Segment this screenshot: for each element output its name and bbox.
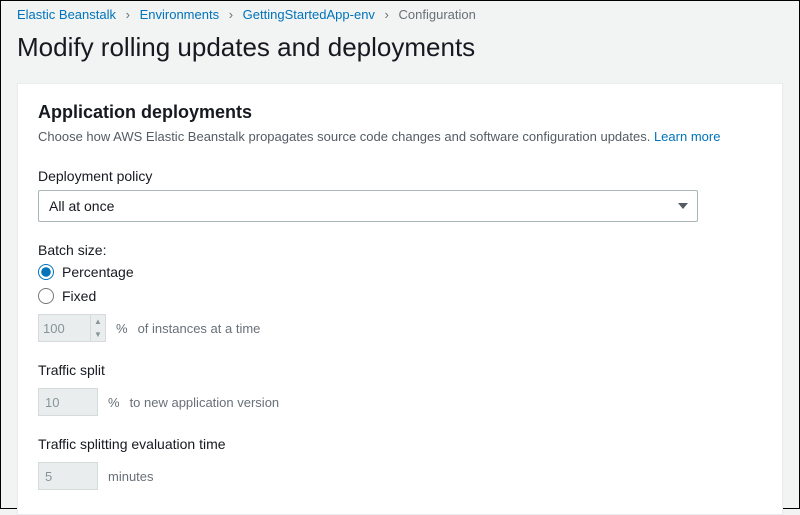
batch-size-hint: of instances at a time bbox=[138, 321, 261, 336]
traffic-split-unit: % bbox=[108, 395, 120, 410]
traffic-split-label: Traffic split bbox=[38, 362, 762, 378]
section-heading: Application deployments bbox=[38, 102, 762, 123]
evaluation-time-input[interactable] bbox=[38, 462, 98, 490]
batch-size-label: Batch size: bbox=[38, 242, 762, 258]
batch-size-input[interactable] bbox=[38, 314, 90, 342]
batch-size-group: Batch size: Percentage Fixed ▲ ▼ % of in… bbox=[38, 242, 762, 342]
section-description-text: Choose how AWS Elastic Beanstalk propaga… bbox=[38, 129, 654, 144]
section-description: Choose how AWS Elastic Beanstalk propaga… bbox=[38, 129, 762, 144]
evaluation-time-group: Traffic splitting evaluation time minute… bbox=[38, 436, 762, 490]
deployment-policy-select[interactable]: All at once bbox=[38, 190, 698, 222]
breadcrumb-link-env-name[interactable]: GettingStartedApp-env bbox=[243, 7, 375, 22]
breadcrumb-current: Configuration bbox=[399, 7, 476, 22]
traffic-split-input[interactable] bbox=[38, 388, 98, 416]
caret-down-icon: ▼ bbox=[91, 328, 105, 341]
evaluation-time-label: Traffic splitting evaluation time bbox=[38, 436, 762, 452]
batch-size-radio-fixed[interactable] bbox=[38, 288, 54, 304]
evaluation-time-unit: minutes bbox=[108, 469, 154, 484]
traffic-split-hint: to new application version bbox=[130, 395, 280, 410]
learn-more-link[interactable]: Learn more bbox=[654, 129, 720, 144]
batch-size-radio-fixed-label[interactable]: Fixed bbox=[62, 288, 96, 304]
batch-size-radio-percentage-label[interactable]: Percentage bbox=[62, 264, 134, 280]
traffic-split-group: Traffic split % to new application versi… bbox=[38, 362, 762, 416]
chevron-right-icon: › bbox=[126, 7, 130, 22]
deployment-policy-label: Deployment policy bbox=[38, 168, 762, 184]
page-title: Modify rolling updates and deployments bbox=[1, 26, 799, 83]
spinner-buttons[interactable]: ▲ ▼ bbox=[90, 314, 106, 342]
deployment-policy-group: Deployment policy All at once bbox=[38, 168, 762, 222]
batch-size-unit: % bbox=[116, 321, 128, 336]
chevron-right-icon: › bbox=[385, 7, 389, 22]
caret-up-icon: ▲ bbox=[91, 315, 105, 328]
breadcrumb-link-environments[interactable]: Environments bbox=[140, 7, 219, 22]
breadcrumb: Elastic Beanstalk › Environments › Getti… bbox=[1, 1, 799, 26]
breadcrumb-link-service[interactable]: Elastic Beanstalk bbox=[17, 7, 116, 22]
application-deployments-card: Application deployments Choose how AWS E… bbox=[17, 83, 783, 515]
chevron-right-icon: › bbox=[229, 7, 233, 22]
batch-size-radio-percentage[interactable] bbox=[38, 264, 54, 280]
